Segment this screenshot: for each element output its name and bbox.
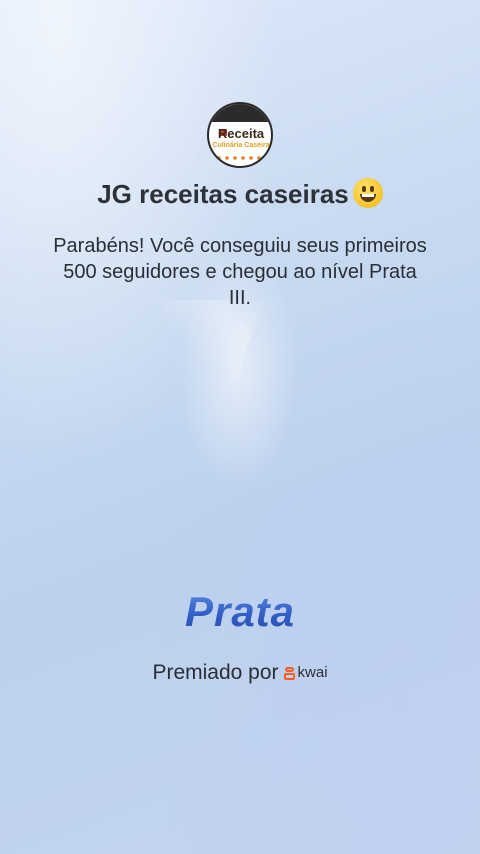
avatar-band xyxy=(209,104,271,122)
avatar-text-receita: Receita xyxy=(217,126,265,141)
kwai-logo-icon xyxy=(283,667,296,680)
profile-title: JG receitas caseiras xyxy=(0,178,480,210)
avatar-text-culinaria: Culinária Caseira xyxy=(212,142,270,149)
level-label: Prata xyxy=(0,588,480,636)
avatar-decoration xyxy=(215,154,267,162)
profile-name: JG receitas caseiras xyxy=(97,179,349,209)
avatar[interactable]: Receita Culinária Caseira xyxy=(207,102,273,168)
congratulation-message: Parabéns! Você conseguiu seus primeiros … xyxy=(53,235,427,309)
awarded-by: Premiado por kwai xyxy=(0,661,480,685)
grinning-face-icon xyxy=(352,178,383,208)
awarded-prefix: Premiado por xyxy=(152,661,279,684)
light-ray xyxy=(135,300,265,380)
kwai-brand-text: kwai xyxy=(297,664,328,681)
